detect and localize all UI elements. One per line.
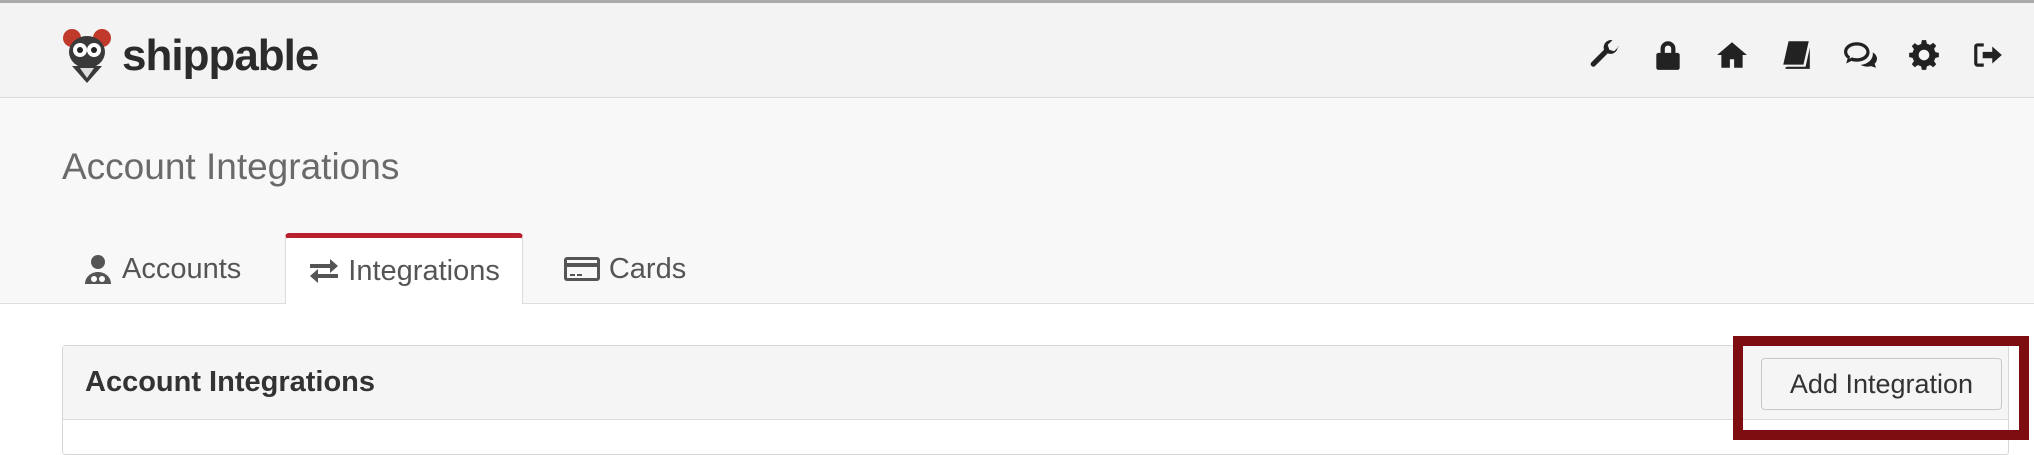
add-integration-button[interactable]: Add Integration [1761, 358, 2002, 410]
wrench-icon[interactable] [1586, 37, 1622, 73]
page-header: Account Integrations Accounts Integratio… [0, 98, 2034, 305]
home-icon[interactable] [1714, 37, 1750, 73]
lock-icon[interactable] [1650, 37, 1686, 73]
top-navbar: shippable [0, 0, 2034, 98]
integrations-panel: Account Integrations [62, 345, 2009, 455]
panel-title: Account Integrations [85, 366, 376, 398]
shippable-mascot-icon [63, 29, 111, 83]
tab-bar: Accounts Integrations Cards [62, 233, 706, 305]
chat-icon[interactable] [1842, 37, 1878, 73]
user-icon [85, 255, 111, 284]
tab-cards[interactable]: Cards [543, 234, 706, 304]
top-nav-icons [1586, 33, 2006, 77]
exchange-icon [310, 259, 339, 283]
credit-card-icon [563, 257, 600, 281]
tab-cards-label: Cards [608, 252, 687, 285]
panel-header: Account Integrations [63, 346, 2008, 420]
tab-accounts[interactable]: Accounts [62, 234, 261, 304]
book-icon[interactable] [1778, 37, 1814, 73]
tab-integrations-label: Integrations [348, 254, 500, 287]
sign-out-icon[interactable] [1970, 37, 2006, 73]
page-title: Account Integrations [62, 146, 400, 187]
logo-text: shippable [122, 31, 319, 80]
logo[interactable]: shippable [60, 28, 319, 84]
tab-accounts-label: Accounts [122, 252, 242, 285]
tab-integrations[interactable]: Integrations [285, 233, 523, 305]
gear-icon[interactable] [1906, 37, 1942, 73]
